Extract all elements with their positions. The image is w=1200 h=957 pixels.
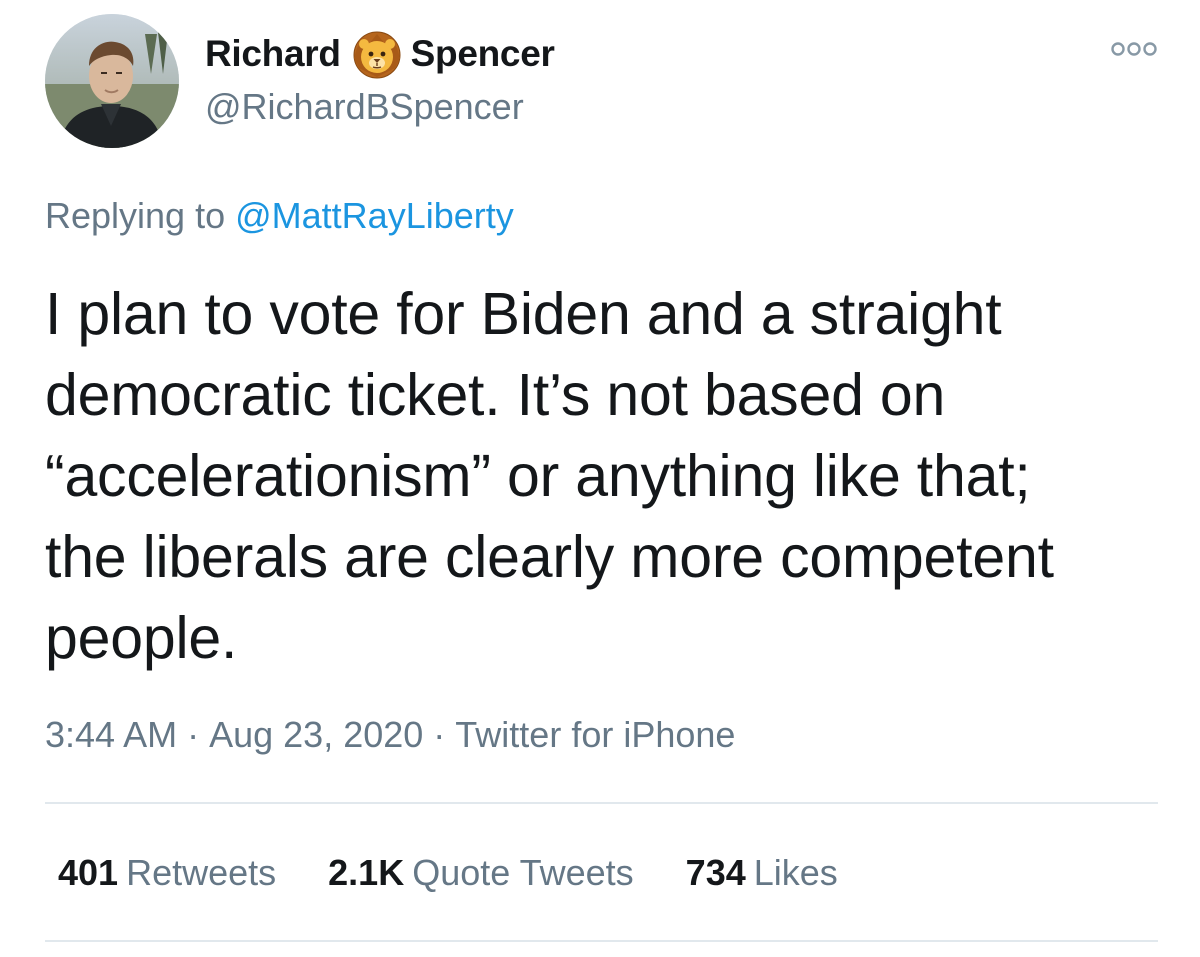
- display-name[interactable]: Richard Spencer: [205, 28, 555, 80]
- profile-photo: [45, 14, 179, 148]
- lion-face-icon: [351, 28, 403, 80]
- reply-context: Replying to @MattRayLiberty: [45, 195, 514, 237]
- reply-to-link[interactable]: @MattRayLiberty: [235, 195, 514, 236]
- retweets-stat[interactable]: 401 Retweets: [58, 852, 276, 894]
- more-options-icon[interactable]: [1110, 38, 1158, 60]
- retweets-count: 401: [58, 852, 119, 893]
- divider: [45, 802, 1158, 804]
- tweet-source[interactable]: Twitter for iPhone: [455, 714, 735, 755]
- divider: [45, 940, 1158, 942]
- quote-tweets-label: Quote Tweets: [412, 852, 634, 893]
- tweet-card: Richard Spencer @RichardBSpencer Replyin…: [0, 0, 1200, 957]
- tweet-time[interactable]: 3:44 AM: [45, 714, 177, 755]
- likes-stat[interactable]: 734 Likes: [686, 852, 838, 894]
- tweet-meta: 3:44 AM · Aug 23, 2020 · Twitter for iPhone: [45, 714, 735, 756]
- display-name-last: Spencer: [410, 33, 555, 74]
- likes-count: 734: [685, 852, 746, 893]
- tweet-date[interactable]: Aug 23, 2020: [209, 714, 423, 755]
- meta-separator: ·: [433, 714, 446, 755]
- user-handle[interactable]: @RichardBSpencer: [205, 86, 524, 128]
- reply-prefix: Replying to: [45, 195, 226, 236]
- engagement-stats: 401 Retweets 2.1K Quote Tweets 734 Likes: [58, 852, 890, 894]
- meta-separator: ·: [187, 714, 200, 755]
- avatar[interactable]: [45, 14, 179, 148]
- tweet-text: I plan to vote for Biden and a straight …: [45, 281, 1054, 671]
- display-name-first: Richard: [205, 33, 341, 74]
- retweets-label: Retweets: [126, 852, 277, 893]
- quote-tweets-stat[interactable]: 2.1K Quote Tweets: [328, 852, 634, 894]
- quote-tweets-count: 2.1K: [328, 852, 405, 893]
- likes-label: Likes: [753, 852, 838, 893]
